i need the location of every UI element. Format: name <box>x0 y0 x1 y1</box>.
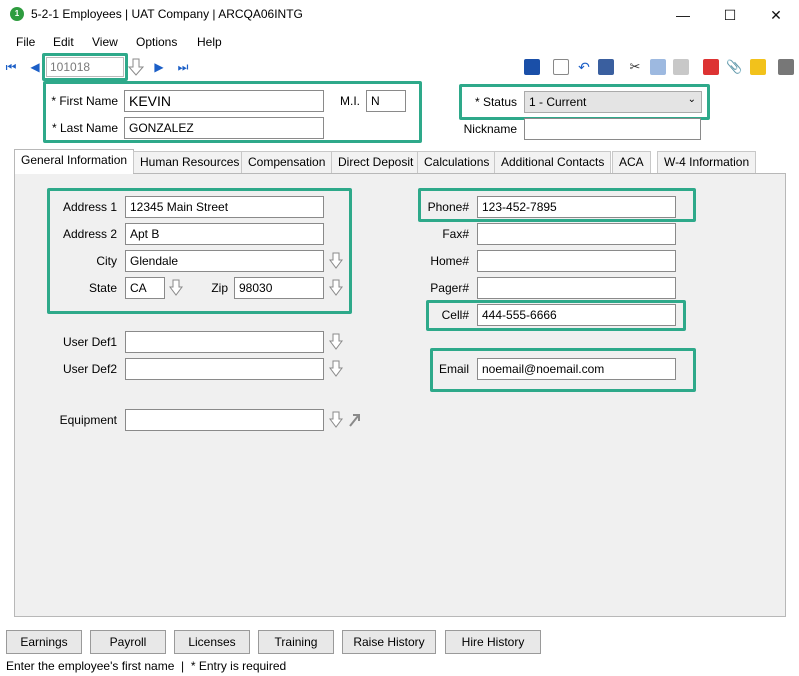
home-label: Home# <box>430 254 469 268</box>
hire-history-button[interactable]: Hire History <box>445 630 541 654</box>
payroll-button[interactable]: Payroll <box>90 630 166 654</box>
tab-calculations[interactable]: Calculations <box>417 151 497 173</box>
equipment-input[interactable] <box>125 409 324 431</box>
mi-input[interactable]: N <box>366 90 406 112</box>
cut-icon[interactable]: ✂ <box>627 59 643 75</box>
undo-icon[interactable]: ↶ <box>576 59 592 75</box>
paste-icon[interactable] <box>673 59 689 75</box>
print-icon[interactable] <box>778 59 794 75</box>
phone-label: Phone# <box>427 200 469 214</box>
tab-compensation[interactable]: Compensation <box>241 151 333 173</box>
address2-input[interactable]: Apt B <box>125 223 324 245</box>
equipment-lookup-arrow-icon[interactable] <box>329 411 343 429</box>
userdef2-lookup-arrow-icon[interactable] <box>329 360 343 378</box>
training-button[interactable]: Training <box>258 630 334 654</box>
mi-label: M.I. <box>340 94 360 108</box>
tab-w4-information[interactable]: W-4 Information <box>657 151 757 173</box>
userdef1-input[interactable] <box>125 331 324 353</box>
last-record-icon[interactable]: ⏭ <box>177 60 189 74</box>
email-label: Email <box>438 362 469 376</box>
email-input[interactable]: noemail@noemail.com <box>477 358 676 380</box>
menu-view[interactable]: View <box>92 35 118 49</box>
nickname-label: Nickname <box>463 122 517 136</box>
lookup-down-arrow-icon[interactable] <box>128 58 144 76</box>
status-label: * Status <box>474 95 517 109</box>
last-name-input[interactable]: GONZALEZ <box>124 117 324 139</box>
zip-lookup-arrow-icon[interactable] <box>329 279 343 297</box>
sticky-note-icon[interactable] <box>750 59 766 75</box>
menu-file[interactable]: File <box>16 35 35 49</box>
licenses-button[interactable]: Licenses <box>174 630 250 654</box>
window-title: 5-2-1 Employees | UAT Company | ARCQA06I… <box>31 7 303 21</box>
state-label: State <box>88 281 117 295</box>
city-input[interactable]: Glendale <box>125 250 324 272</box>
earnings-button[interactable]: Earnings <box>6 630 82 654</box>
equipment-label: Equipment <box>59 413 117 427</box>
fax-label: Fax# <box>442 227 469 241</box>
tab-general-information[interactable]: General Information <box>14 149 135 174</box>
city-lookup-arrow-icon[interactable] <box>329 252 343 270</box>
attachment-icon[interactable]: 📎 <box>726 59 742 75</box>
status-select[interactable]: 1 - Current ⌄ <box>524 91 702 113</box>
notes-icon[interactable] <box>703 59 719 75</box>
userdef2-label: User Def2 <box>62 362 117 376</box>
copy-icon[interactable] <box>650 59 666 75</box>
address2-label: Address 2 <box>62 227 117 241</box>
save-icon[interactable] <box>524 59 540 75</box>
fax-input[interactable] <box>477 223 676 245</box>
pager-input[interactable] <box>477 277 676 299</box>
menu-options[interactable]: Options <box>136 35 177 49</box>
zip-input[interactable]: 98030 <box>234 277 324 299</box>
phone-input[interactable]: 123-452-7895 <box>477 196 676 218</box>
last-name-label: * Last Name <box>51 121 118 135</box>
state-lookup-arrow-icon[interactable] <box>169 279 183 297</box>
tab-human-resources[interactable]: Human Resources <box>133 151 247 173</box>
tab-additional-contacts[interactable]: Additional Contacts <box>494 151 612 173</box>
zip-label: Zip <box>211 281 228 295</box>
first-name-input[interactable]: KEVIN <box>124 90 324 112</box>
close-button[interactable]: ✕ <box>753 0 799 30</box>
userdef1-label: User Def1 <box>62 335 117 349</box>
cell-label: Cell# <box>441 308 469 322</box>
find-binoculars-icon[interactable] <box>598 59 614 75</box>
city-label: City <box>96 254 117 268</box>
app-logo-icon: 1 <box>10 7 24 21</box>
first-record-icon[interactable]: ⏮ <box>5 60 17 74</box>
nickname-input[interactable] <box>524 118 701 140</box>
next-record-icon[interactable]: ▶ <box>153 60 165 74</box>
address1-label: Address 1 <box>62 200 117 214</box>
status-value: 1 - Current <box>529 95 587 109</box>
home-input[interactable] <box>477 250 676 272</box>
first-name-label: * First Name <box>51 94 118 108</box>
menu-edit[interactable]: Edit <box>53 35 74 49</box>
raise-history-button[interactable]: Raise History <box>342 630 436 654</box>
userdef1-lookup-arrow-icon[interactable] <box>329 333 343 351</box>
address1-input[interactable]: 12345 Main Street <box>125 196 324 218</box>
cell-input[interactable]: 444-555-6666 <box>477 304 676 326</box>
tab-aca[interactable]: ACA <box>612 151 651 173</box>
state-input[interactable]: CA <box>125 277 165 299</box>
status-bar: Enter the employee's first name | * Entr… <box>6 659 287 673</box>
minimize-button[interactable]: — <box>660 0 706 30</box>
new-document-icon[interactable] <box>553 59 569 75</box>
tab-direct-deposit[interactable]: Direct Deposit <box>331 151 421 173</box>
record-id-highlight <box>42 53 128 81</box>
chevron-down-icon: ⌄ <box>687 94 696 105</box>
menu-help[interactable]: Help <box>197 35 222 49</box>
maximize-button[interactable]: ☐ <box>707 0 753 30</box>
userdef2-input[interactable] <box>125 358 324 380</box>
previous-record-icon[interactable]: ◀ <box>29 60 41 74</box>
menu-bar <box>0 31 799 53</box>
equipment-open-arrow-icon[interactable] <box>348 411 362 429</box>
pager-label: Pager# <box>430 281 469 295</box>
